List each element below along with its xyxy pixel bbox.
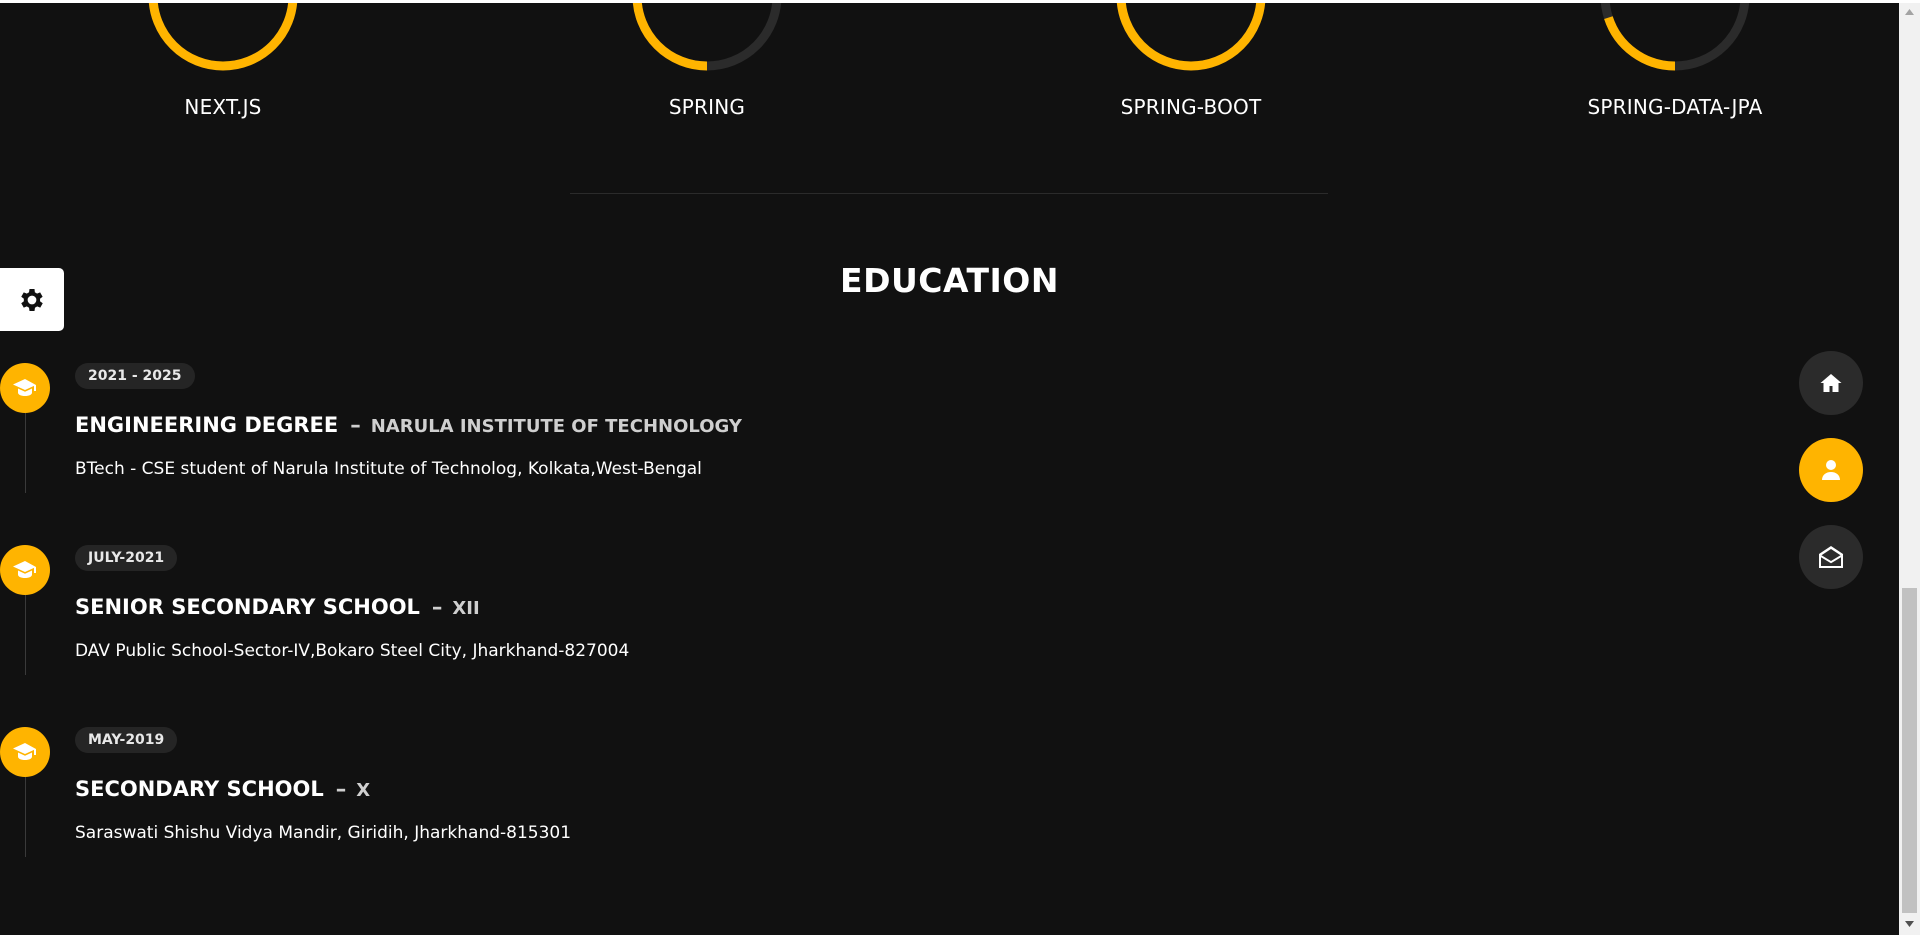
title-dash: – (350, 413, 361, 437)
degree-name: ENGINEERING DEGREE (75, 413, 339, 437)
nav-contact-button[interactable] (1799, 525, 1863, 589)
skill-progress-ring (632, 3, 782, 71)
skill-name: SPRING (668, 95, 746, 119)
title-dash: – (431, 595, 443, 619)
education-item: 2021 - 2025 ENGINEERING DEGREE – NARULA IN… (0, 363, 1200, 523)
education-description: DAV Public School-Sector-IV,Bokaro Steel… (75, 641, 630, 661)
skill-progress-ring (148, 3, 298, 71)
envelope-open-icon (1819, 546, 1843, 568)
skill-spring-boot: SPRING-BOOT (1091, 3, 1291, 119)
scrollbar-thumb[interactable] (1902, 588, 1917, 913)
degree-name: SENIOR SECONDARY SCHOOL (75, 595, 420, 619)
education-title: SECONDARY SCHOOL – X (75, 777, 370, 801)
skill-spring: SPRING (607, 3, 807, 119)
nav-about-button[interactable] (1799, 438, 1863, 502)
gear-icon (21, 288, 43, 311)
skill-progress-ring (1116, 3, 1266, 71)
page: NEXT.JS SPRING SPRING-BOOT SPRING-DATA-J… (0, 3, 1899, 935)
scroll-down-arrow-icon[interactable] (1899, 915, 1920, 932)
education-title: ENGINEERING DEGREE – NARULA INSTITUTE OF T… (75, 413, 742, 437)
timeline-line (25, 777, 26, 857)
date-badge: JULY-2021 (75, 545, 178, 571)
skill-nextjs: NEXT.JS (123, 3, 323, 119)
education-description: BTech - CSE student of Narula Institute … (75, 459, 702, 479)
education-item: MAY-2019 SECONDARY SCHOOL – X Saraswati Sh… (0, 727, 1200, 887)
section-title: EDUCATION (840, 261, 1059, 300)
nav-home-button[interactable] (1799, 351, 1863, 415)
education-item: JULY-2021 SENIOR SECONDARY SCHOOL – XII DA… (0, 545, 1200, 705)
education-description: Saraswati Shishu Vidya Mandir, Giridih, … (75, 823, 572, 843)
graduation-cap-icon (0, 727, 50, 777)
title-dash: – (335, 777, 347, 801)
institution-name: NARULA INSTITUTE OF TECHNOLOGY (370, 416, 742, 437)
institution-name: X (356, 780, 371, 801)
skill-spring-data-jpa: SPRING-DATA-JPA (1575, 3, 1775, 119)
skill-name: NEXT.JS (184, 95, 262, 119)
section-divider (570, 193, 1328, 194)
graduation-cap-icon (0, 545, 50, 595)
degree-name: SECONDARY SCHOOL (75, 777, 324, 801)
skill-name: SPRING-DATA-JPA (1587, 95, 1763, 119)
date-badge: MAY-2019 (75, 727, 178, 753)
graduation-cap-icon (0, 363, 50, 413)
education-title: SENIOR SECONDARY SCHOOL – XII (75, 595, 480, 619)
timeline-line (25, 413, 26, 493)
timeline-line (25, 595, 26, 675)
skill-name: SPRING-BOOT (1120, 95, 1262, 119)
scroll-up-arrow-icon[interactable] (1899, 3, 1920, 20)
institution-name: XII (452, 598, 480, 619)
home-icon (1820, 374, 1842, 392)
page-scrollbar[interactable] (1899, 3, 1920, 935)
settings-button[interactable] (0, 268, 64, 331)
date-badge: 2021 - 2025 (75, 363, 195, 389)
skill-progress-ring (1600, 3, 1750, 71)
user-icon (1822, 460, 1840, 480)
